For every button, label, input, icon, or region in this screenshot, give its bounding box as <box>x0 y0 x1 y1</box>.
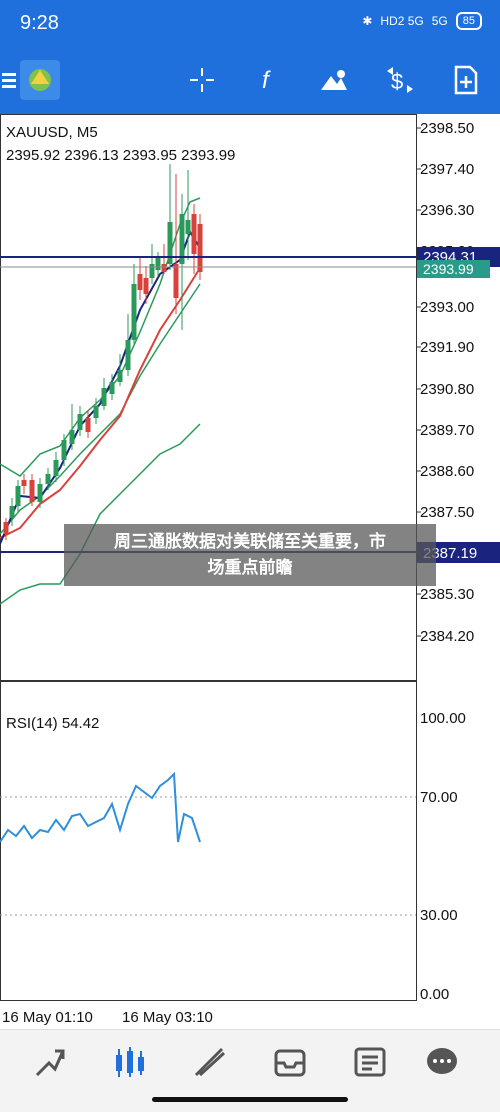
status-time: 9:28 <box>20 12 59 34</box>
candle-body <box>137 274 143 290</box>
signal-icon: 5G <box>431 14 448 28</box>
candle-body <box>101 388 107 406</box>
history-icon[interactable] <box>268 1042 312 1082</box>
function-icon[interactable]: f <box>250 62 286 98</box>
rsi-label: RSI(14) 54.42 <box>6 715 99 732</box>
candle-body <box>77 414 83 430</box>
app-logo-icon[interactable] <box>20 60 60 100</box>
quotes-icon[interactable] <box>28 1042 72 1082</box>
price-axis-label: 2398.50 <box>420 120 474 137</box>
svg-text:f: f <box>262 67 271 94</box>
rsi-axis-label: 30.00 <box>420 907 458 924</box>
rsi-axis: 100.00 70.00 30.00 0.00 <box>0 710 466 1003</box>
new-chart-icon[interactable] <box>448 62 484 98</box>
ohlc-label: 2395.92 2396.13 2393.95 2393.99 <box>6 147 235 164</box>
battery-icon: 85 <box>455 12 482 30</box>
headline-line-1: 周三通胀数据对美联储至关重要，市 <box>114 532 386 551</box>
candle-body <box>61 440 67 460</box>
trade-icon[interactable]: $ <box>382 62 418 98</box>
price-axis-label: 2397.40 <box>420 161 474 178</box>
crosshair-icon[interactable] <box>184 62 220 98</box>
candle-body <box>93 406 99 418</box>
candle-body <box>191 214 197 254</box>
candle-body <box>131 284 137 340</box>
messages-icon[interactable] <box>420 1042 464 1082</box>
objects-icon[interactable] <box>316 62 352 98</box>
price-axis-label: 2389.70 <box>420 422 474 439</box>
candle-body <box>37 484 43 502</box>
status-bar: 9:28 ✱ HD2 5G 5G 85 <box>0 0 500 48</box>
candle-body <box>53 460 59 476</box>
candle-body <box>109 382 115 394</box>
headline-line-2: 场重点前瞻 <box>207 558 293 577</box>
symbol-label: XAUUSD, M5 <box>6 124 98 141</box>
candle-body <box>117 370 123 382</box>
candle-body <box>3 522 9 534</box>
rsi-line <box>0 771 201 843</box>
bluetooth-icon: ✱ <box>362 14 373 28</box>
chart-icon[interactable] <box>108 1042 152 1082</box>
candle-body <box>125 340 131 370</box>
signal-icon: HD2 5G <box>380 14 424 28</box>
candle-body <box>197 224 203 272</box>
status-icons: ✱ HD2 5G 5G 85 <box>362 12 482 30</box>
price-axis-label: 2385.30 <box>420 586 474 603</box>
news-headline-overlay[interactable]: 周三通胀数据对美联储至关重要，市 场重点前瞻 <box>64 524 436 586</box>
candle-body <box>173 264 179 298</box>
candle-body <box>21 480 27 486</box>
price-axis-label: 2384.20 <box>420 628 474 645</box>
candle-body <box>15 486 21 506</box>
candle-body <box>185 220 191 234</box>
price-axis-label: 2396.30 <box>420 202 474 219</box>
price-axis-label: 2391.90 <box>420 339 474 356</box>
time-label-1: 16 May 01:10 <box>2 1009 93 1026</box>
trade-icon[interactable] <box>188 1042 232 1082</box>
rsi-axis-label: 70.00 <box>420 789 458 806</box>
candle-body <box>155 258 161 270</box>
candle-body <box>143 278 149 294</box>
candle-body <box>45 474 51 484</box>
candle-body <box>69 430 75 444</box>
rsi-axis-label: 100.00 <box>420 710 466 727</box>
price-axis-label: 2393.00 <box>420 299 474 316</box>
news-icon[interactable] <box>348 1042 392 1082</box>
candle-body <box>161 264 167 272</box>
candle-body <box>9 506 15 518</box>
candle-body <box>85 418 91 432</box>
time-label-2: 16 May 03:10 <box>122 1009 213 1026</box>
menu-icon[interactable] <box>0 62 18 98</box>
candle-body <box>29 480 35 502</box>
price-axis-label: 2387.50 <box>420 504 474 521</box>
rsi-axis-label: 0.00 <box>420 986 449 1003</box>
price-axis-label: 2388.60 <box>420 463 474 480</box>
price-axis-label: 2390.80 <box>420 381 474 398</box>
candle-body <box>149 264 155 278</box>
price-tag-bid-text: 2393.99 <box>423 261 474 277</box>
price-pane-frame <box>0 114 417 681</box>
candles <box>3 164 203 540</box>
chart-toolbar: f $ <box>0 48 500 114</box>
home-indicator <box>152 1097 348 1102</box>
